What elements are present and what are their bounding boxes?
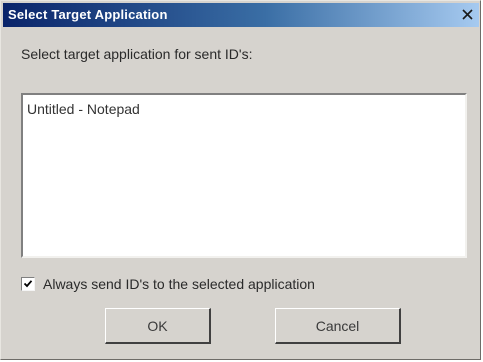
checkmark-icon [23, 280, 33, 288]
always-send-checkbox-row[interactable]: Always send ID's to the selected applica… [21, 276, 315, 292]
select-target-application-dialog: Select Target Application Select target … [0, 0, 481, 360]
list-item[interactable]: Untitled - Notepad [27, 101, 140, 117]
prompt-label: Select target application for sent ID's: [21, 46, 253, 62]
title-bar[interactable]: Select Target Application [3, 3, 479, 27]
application-listbox[interactable]: Untitled - Notepad [21, 93, 467, 258]
always-send-checkbox-label: Always send ID's to the selected applica… [43, 276, 315, 292]
dialog-title: Select Target Application [8, 7, 168, 22]
close-button[interactable] [458, 6, 476, 23]
cancel-button[interactable]: Cancel [275, 308, 401, 344]
always-send-checkbox[interactable] [21, 277, 35, 291]
ok-button[interactable]: OK [105, 308, 211, 344]
close-icon [461, 9, 473, 20]
